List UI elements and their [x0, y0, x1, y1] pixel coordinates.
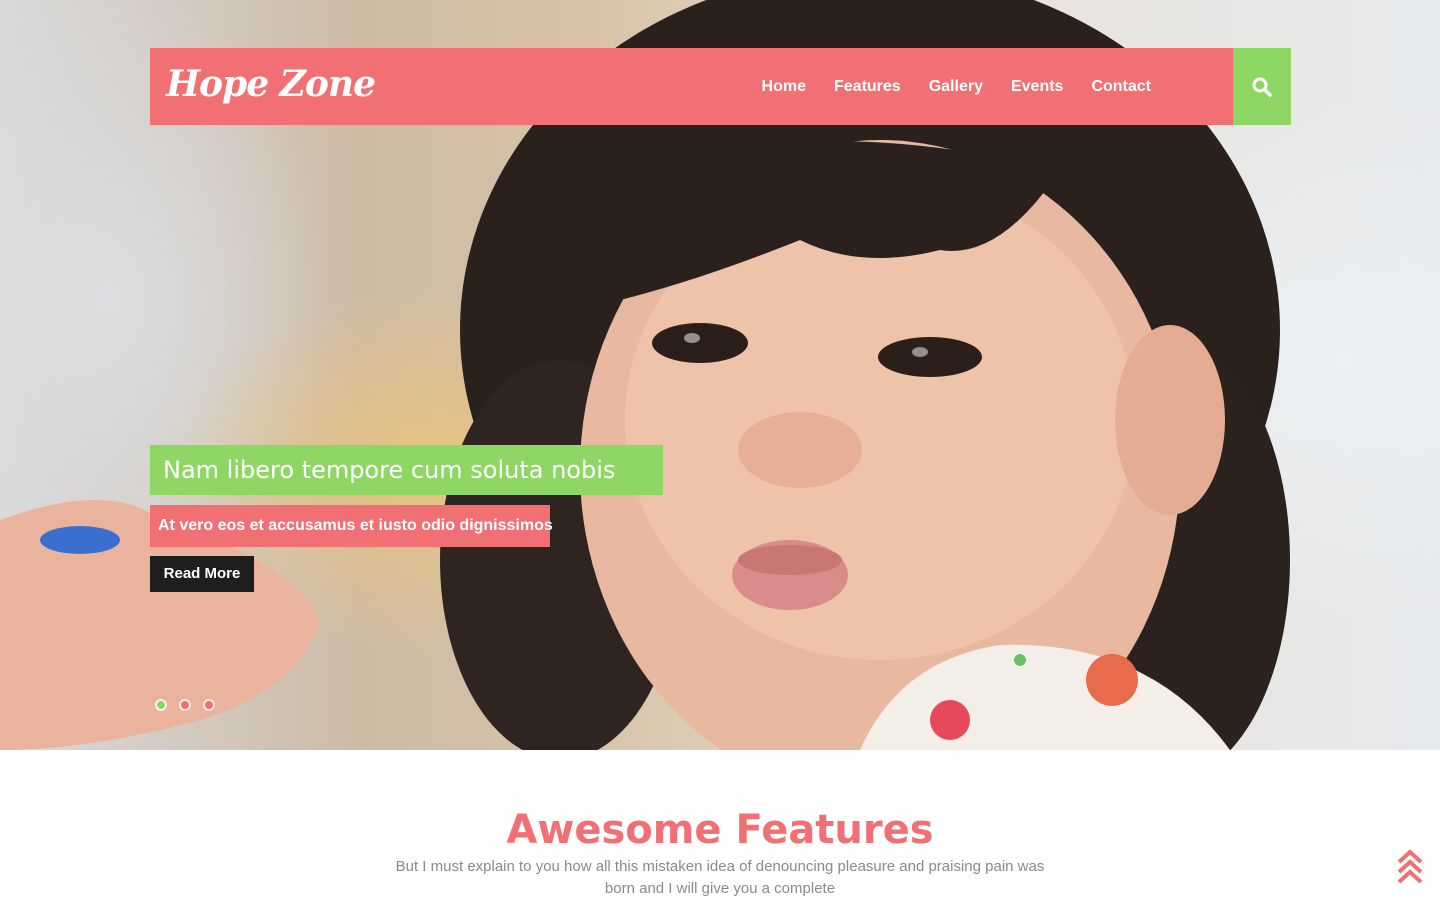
- site-logo[interactable]: Hope Zone: [166, 60, 376, 108]
- nav-item-events[interactable]: Events: [997, 48, 1077, 125]
- nav-item-contact[interactable]: Contact: [1077, 48, 1165, 125]
- search-icon: [1252, 77, 1272, 97]
- site-header: Hope Zone Home Features Gallery Events C…: [150, 48, 1233, 125]
- slider-pagination: [155, 699, 215, 711]
- double-chevron-up-icon: [1397, 849, 1423, 884]
- slider-dot-2[interactable]: [179, 699, 191, 711]
- scroll-to-top-button[interactable]: [1394, 846, 1426, 886]
- nav-item-features[interactable]: Features: [820, 48, 915, 125]
- nav-item-home[interactable]: Home: [748, 48, 820, 125]
- read-more-button[interactable]: Read More: [150, 556, 254, 592]
- slider-dot-3[interactable]: [203, 699, 215, 711]
- main-nav: Home Features Gallery Events Contact: [748, 48, 1165, 125]
- slider-dot-1[interactable]: [155, 699, 167, 711]
- hero-subtitle: At vero eos et accusamus et iusto odio d…: [150, 505, 553, 547]
- nav-item-gallery[interactable]: Gallery: [915, 48, 997, 125]
- hero-title: Nam libero tempore cum soluta nobis: [150, 445, 663, 495]
- features-description: But I must explain to you how all this m…: [395, 858, 1045, 897]
- features-heading: Awesome Features: [506, 807, 934, 853]
- search-button[interactable]: [1233, 48, 1291, 125]
